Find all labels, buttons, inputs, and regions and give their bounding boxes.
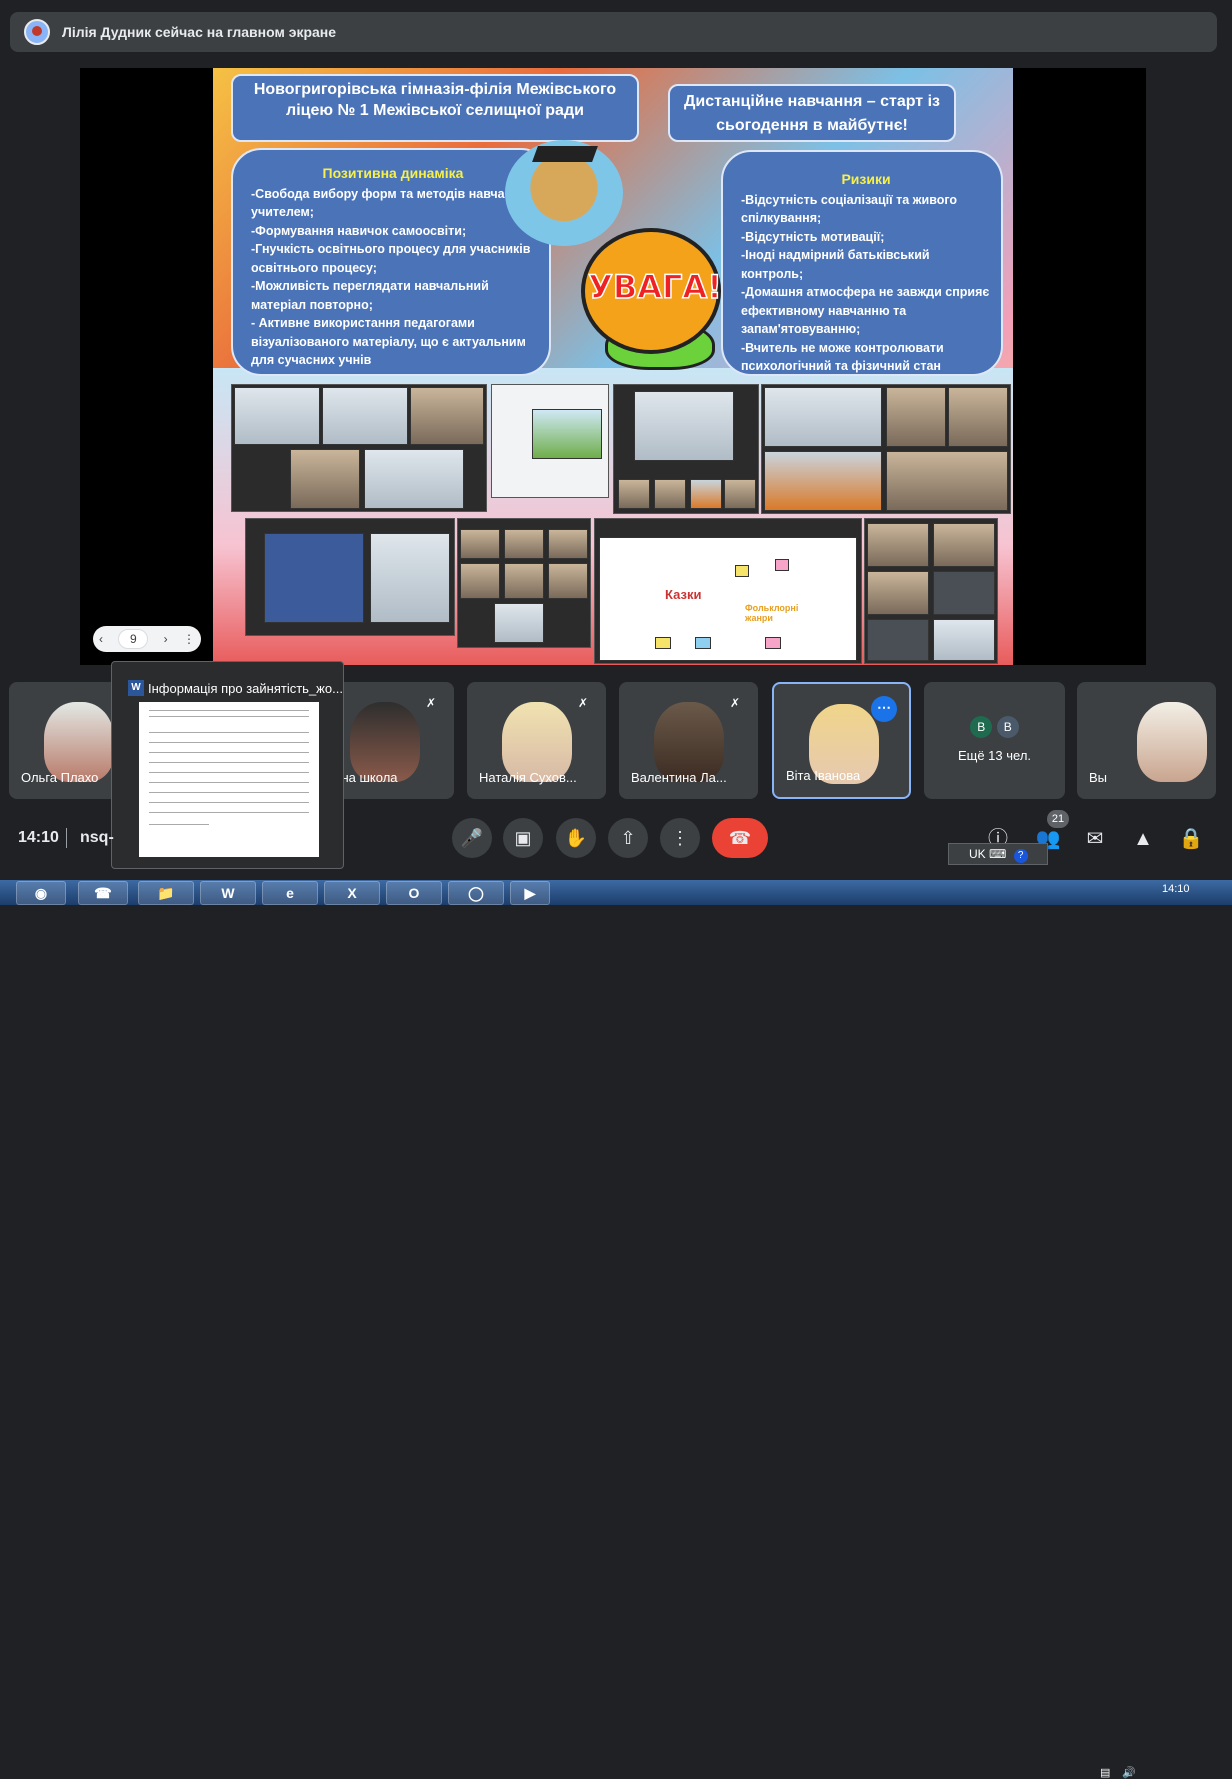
preview-title-row: W Інформація про зайнятість_жо... <box>128 680 343 696</box>
ie-app-icon[interactable]: e <box>262 881 318 905</box>
end-call-button[interactable]: ☎ <box>712 818 768 858</box>
mic-off-icon: ✗ <box>577 696 588 710</box>
chevron-left-icon[interactable]: ‹ <box>99 632 103 646</box>
warning-illustration: УВАГА! <box>581 228 729 370</box>
positive-item: -Свобода вибору форм та методів навчання… <box>251 186 528 220</box>
meeting-code: nsq- <box>80 829 114 846</box>
warning-text: УВАГА! <box>587 267 722 307</box>
risks-box: Ризики -Відсутність соціалізації та живо… <box>721 150 1003 376</box>
risks-heading: Ризики <box>841 171 891 187</box>
positive-dynamics-box: Позитивна динаміка -Свобода вибору форм … <box>231 148 551 376</box>
volume-icon[interactable]: 🔊 <box>1122 1766 1136 1779</box>
graduation-cap-icon <box>532 146 598 162</box>
chevron-right-icon[interactable]: › <box>164 632 168 646</box>
risk-item: -Іноді надмірний батьківський контроль; <box>741 248 930 281</box>
lesson-screenshot <box>491 384 609 498</box>
slide-pager: ‹ 9 › ⋮ <box>93 626 201 652</box>
participant-tile[interactable]: ✗ Наталія Сухов... <box>467 682 606 799</box>
positive-heading: Позитивна динаміка <box>322 165 464 181</box>
jamboard-screenshot: Казки Фольклорні жанри <box>594 518 862 664</box>
microphone-icon: 🎤 <box>460 828 484 848</box>
presenting-banner: Лілія Дудник сейчас на главном экране <box>10 12 1217 52</box>
mic-off-icon: ✗ <box>729 696 740 710</box>
meeting-screenshot <box>761 384 1011 514</box>
more-participants-label: Ещё 13 чел. <box>957 748 1032 763</box>
chat-icon[interactable]: ✉ <box>1082 826 1108 852</box>
participant-name: Валентина Ла... <box>631 770 727 785</box>
positive-item: -Гнучкість освітнього процесу для учасни… <box>251 242 531 275</box>
more-options-button[interactable]: ⋯ <box>871 696 897 722</box>
present-button[interactable]: ⇧ <box>608 818 648 858</box>
folder-app-icon[interactable]: 📁 <box>138 881 194 905</box>
phone-hangup-icon: ☎ <box>728 828 752 848</box>
shared-screen: Новогригорівська гімназія-філія Межівськ… <box>80 68 1146 665</box>
language-code: UK <box>969 847 986 861</box>
chrome-app-icon[interactable]: ◯ <box>448 881 504 905</box>
participant-count-badge: 21 <box>1047 810 1069 828</box>
risk-item: -Відсутність соціалізації та живого спіл… <box>741 192 958 226</box>
more-vert-icon[interactable]: ⋮ <box>183 632 195 646</box>
mindmap-word: Фольклорні жанри <box>745 603 799 623</box>
keyboard-icon: ⌨ <box>989 847 1007 861</box>
positive-item: -Можливість переглядати навчальний матер… <box>251 279 489 312</box>
activities-icon[interactable]: ▲ <box>1130 826 1156 852</box>
present-screen-icon: ⇧ <box>620 828 636 848</box>
meeting-screenshot <box>457 518 591 648</box>
taskbar-window-preview[interactable]: W Інформація про зайнятість_жо... <box>111 661 344 869</box>
video-screenshot <box>245 518 455 636</box>
page-number[interactable]: 9 <box>118 629 149 649</box>
raise-hand-button[interactable]: ✋ <box>556 818 596 858</box>
camera-icon: ▣ <box>514 828 532 848</box>
meeting-screenshot <box>613 384 759 514</box>
media-app-icon[interactable]: ▶ <box>510 881 550 905</box>
more-participants-tile[interactable]: В В Ещё 13 чел. <box>924 682 1065 799</box>
more-vert-icon: ⋮ <box>671 828 689 848</box>
mindmap-word: Казки <box>665 587 702 602</box>
presenting-notice: Лілія Дудник сейчас на главном экране <box>62 24 337 40</box>
risk-item: -Відсутність мотивації; <box>741 229 885 244</box>
participant-name: Вы <box>1089 770 1108 785</box>
language-bar[interactable]: UK ⌨ ? <box>948 843 1048 865</box>
more-options-button[interactable]: ⋮ <box>660 818 700 858</box>
presentation-slide: Новогригорівська гімназія-філія Межівськ… <box>213 68 1013 665</box>
opera-app-icon[interactable]: O <box>386 881 442 905</box>
slide-title: Новогригорівська гімназія-філія Межівськ… <box>231 74 639 142</box>
slide-motto: Дистанційне навчання – старт із сьогоден… <box>668 84 956 142</box>
document-thumbnail <box>139 702 319 857</box>
participant-avatar: В <box>996 716 1019 738</box>
hand-icon: ✋ <box>564 828 588 848</box>
participant-avatar: В <box>970 716 993 738</box>
meeting-screenshot <box>231 384 487 512</box>
positive-item: -Формування навичок самоосвіти; <box>251 223 467 238</box>
participant-name: Віта Іванова <box>786 768 861 783</box>
microphone-button[interactable]: 🎤 <box>452 818 492 858</box>
participant-tile-active[interactable]: ⋯ Віта Іванова <box>772 682 911 799</box>
word-icon: W <box>128 680 144 696</box>
windows-taskbar: ◉ ☎ 📁 W e X O ◯ ▶ ▤ 🔊 <box>0 880 1232 1779</box>
self-view-tile[interactable]: Вы <box>1077 682 1216 799</box>
risk-item: -Вчитель не може контролювати психологіч… <box>741 340 944 374</box>
participant-tile[interactable]: ✗ Валентина Ла... <box>619 682 758 799</box>
presenter-avatar <box>24 19 50 45</box>
positive-item: - Активне використання педагогами візуал… <box>251 316 526 367</box>
participant-name: Ольга Плахо <box>21 770 99 785</box>
meeting-screenshot <box>864 518 998 664</box>
participant-name: Наталія Сухов... <box>479 770 577 785</box>
self-video <box>1137 702 1207 782</box>
meeting-clock: 14:10 <box>18 829 59 846</box>
mic-off-icon: ✗ <box>425 696 436 710</box>
excel-app-icon[interactable]: X <box>324 881 380 905</box>
system-clock[interactable]: 14:10 <box>1162 883 1190 895</box>
word-app-icon[interactable]: W <box>200 881 256 905</box>
preview-title: Інформація про зайнятість_жо... <box>148 680 343 696</box>
viber-app-icon[interactable]: ☎ <box>78 881 128 905</box>
zoom-app-icon[interactable]: ◉ <box>16 881 66 905</box>
help-icon[interactable]: ? <box>1013 849 1028 863</box>
host-controls-icon[interactable]: 🔒 <box>1178 826 1204 852</box>
network-icon[interactable]: ▤ <box>1100 1766 1110 1779</box>
camera-button[interactable]: ▣ <box>503 818 543 858</box>
risk-item: -Домашня атмосфера не завжди сприяє ефек… <box>741 285 990 336</box>
